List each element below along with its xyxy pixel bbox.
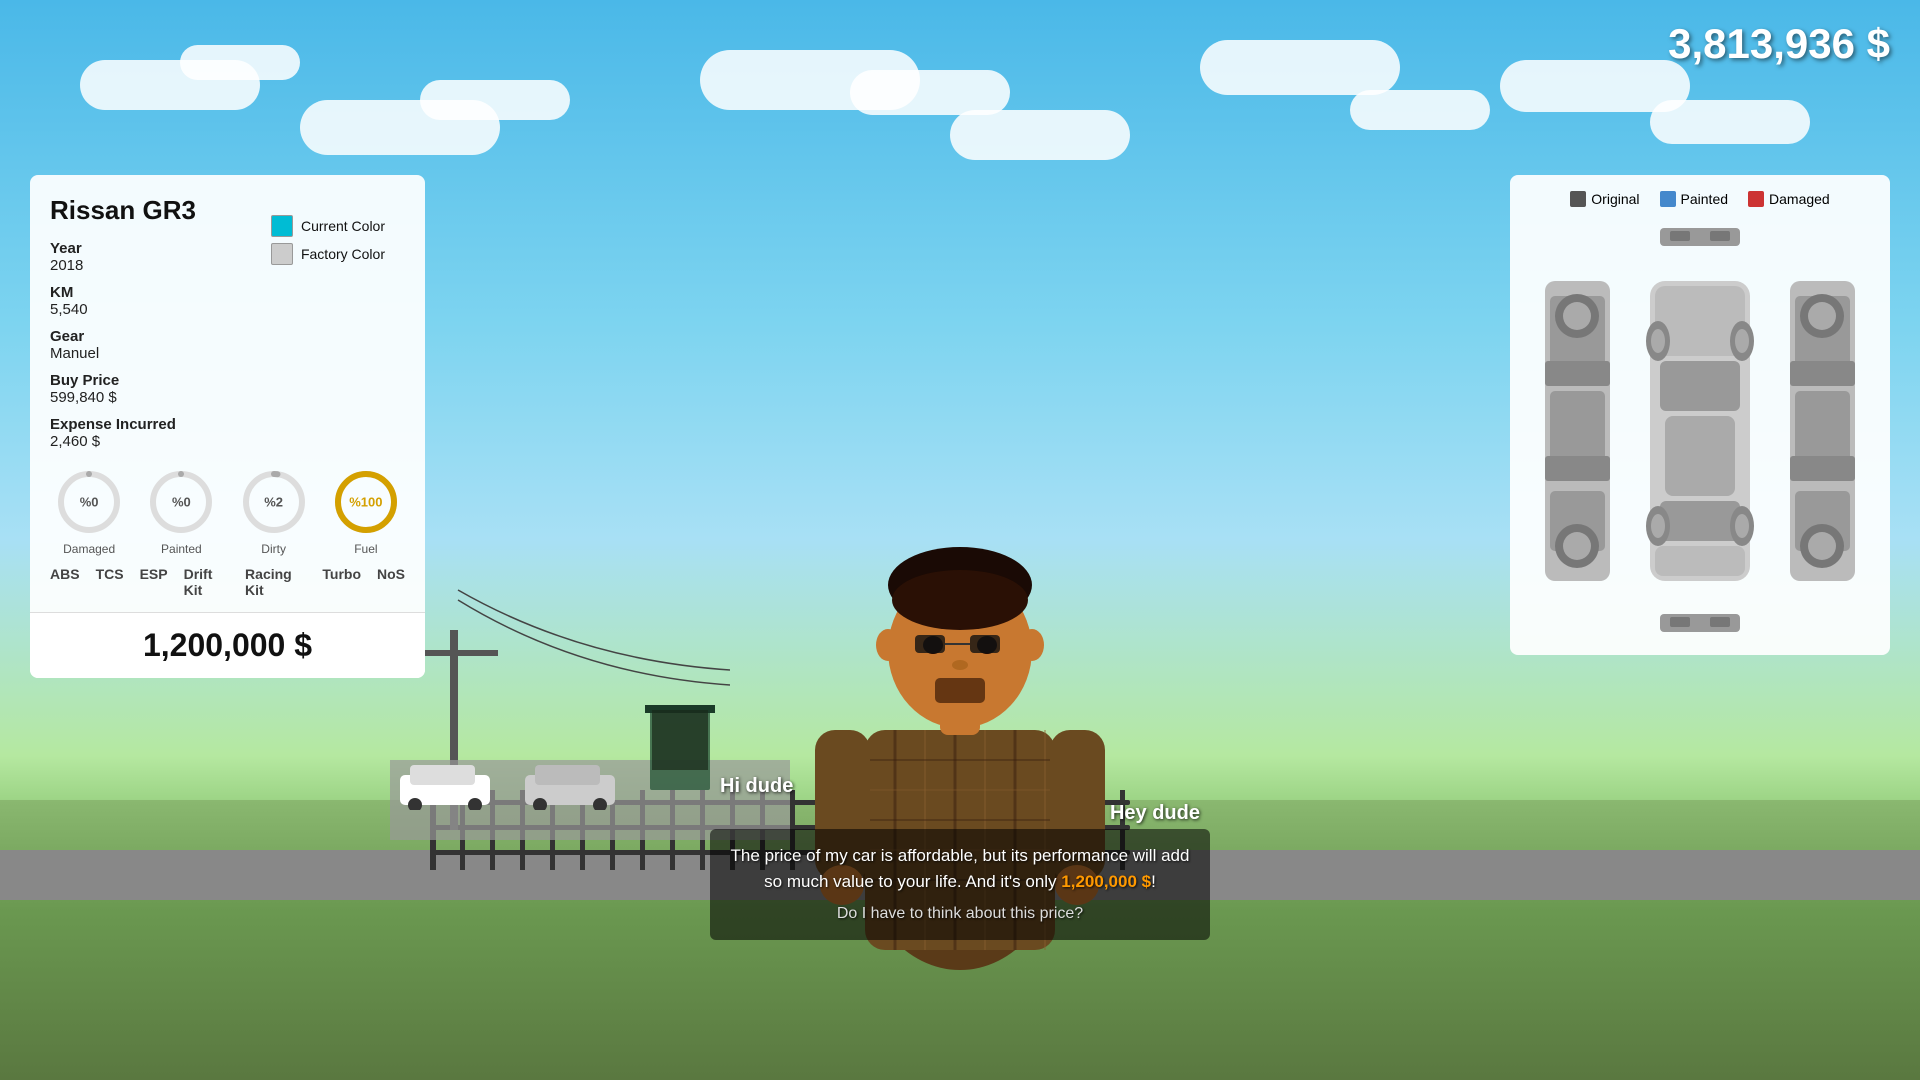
current-color-row: Current Color bbox=[271, 215, 385, 237]
factory-color-row: Factory Color bbox=[271, 243, 385, 265]
cloud-4 bbox=[420, 80, 570, 120]
km-value: 5,540 bbox=[50, 301, 405, 318]
legend-painted-dot bbox=[1660, 191, 1676, 207]
cloud-2 bbox=[180, 45, 300, 80]
expense-label: Expense Incurred bbox=[50, 416, 405, 433]
car-rear-bumper bbox=[1640, 609, 1760, 639]
wires bbox=[430, 580, 730, 700]
expense-row: Expense Incurred 2,460 $ bbox=[50, 416, 405, 450]
legend-original: Original bbox=[1570, 191, 1639, 207]
sale-price-bar[interactable]: 1,200,000 $ bbox=[30, 612, 425, 678]
buy-price-label: Buy Price bbox=[50, 372, 405, 389]
diagram-legend: Original Painted Damaged bbox=[1526, 191, 1874, 207]
gauge-damaged-label: Damaged bbox=[63, 542, 115, 556]
car-info-panel: Rissan GR3 Current Color Factory Color Y… bbox=[30, 175, 425, 678]
car-right-view bbox=[1775, 261, 1870, 601]
legend-painted: Painted bbox=[1660, 191, 1728, 207]
gauge-fuel-value: %100 bbox=[349, 495, 382, 510]
upgrade-turbo: Turbo bbox=[322, 566, 361, 598]
cloud-6 bbox=[850, 70, 1010, 115]
buy-price-value: 599,840 $ bbox=[50, 389, 405, 406]
cloud-9 bbox=[1350, 90, 1490, 130]
factory-color-label: Factory Color bbox=[301, 246, 385, 262]
legend-original-label: Original bbox=[1591, 191, 1639, 207]
dialogue-box: Hi dude Hey dude The price of my car is … bbox=[710, 775, 1210, 940]
gear-label: Gear bbox=[50, 328, 405, 345]
gauge-fuel: %100 Fuel bbox=[330, 466, 402, 556]
upgrades-row: ABS TCS ESP Drift Kit Racing Kit Turbo N… bbox=[50, 566, 405, 598]
gear-row: Gear Manuel bbox=[50, 328, 405, 362]
upgrade-nos: NoS bbox=[377, 566, 405, 598]
legend-damaged-dot bbox=[1748, 191, 1764, 207]
bg-car-1 bbox=[395, 760, 495, 810]
car-diagram-panel: Original Painted Damaged bbox=[1510, 175, 1890, 655]
current-color-label: Current Color bbox=[301, 218, 385, 234]
car-top-views bbox=[1530, 261, 1870, 601]
gauge-painted-value: %0 bbox=[172, 495, 191, 510]
dialogue-speaker-left: Hi dude bbox=[720, 775, 1210, 798]
cloud-7 bbox=[950, 110, 1130, 160]
current-color-swatch bbox=[271, 215, 293, 237]
factory-color-swatch bbox=[271, 243, 293, 265]
upgrade-drift-kit: Drift Kit bbox=[184, 566, 229, 598]
gauge-damaged-value: %0 bbox=[80, 495, 99, 510]
upgrade-tcs: TCS bbox=[96, 566, 124, 598]
upgrade-racing-kit: Racing Kit bbox=[245, 566, 306, 598]
dialogue-speaker-right: Hey dude bbox=[710, 802, 1200, 825]
cloud-11 bbox=[1650, 100, 1810, 144]
dialogue-question: Do I have to think about this price? bbox=[730, 902, 1190, 926]
dialogue-price-highlight: 1,200,000 $ bbox=[1061, 872, 1151, 891]
car-views bbox=[1526, 223, 1874, 639]
bg-car-2 bbox=[520, 760, 620, 810]
color-indicators: Current Color Factory Color bbox=[271, 215, 385, 265]
gauge-dirty-label: Dirty bbox=[261, 542, 286, 556]
km-row: KM 5,540 bbox=[50, 284, 405, 318]
expense-value: 2,460 $ bbox=[50, 433, 405, 450]
dialogue-message: The price of my car is affordable, but i… bbox=[731, 846, 1190, 891]
gauge-fuel-label: Fuel bbox=[354, 542, 377, 556]
bus-shelter bbox=[640, 690, 720, 810]
car-top-view-center bbox=[1640, 261, 1760, 601]
gauge-dirty-value: %2 bbox=[264, 495, 283, 510]
money-display: 3,813,936 $ bbox=[1668, 20, 1890, 68]
car-front-bumper bbox=[1640, 223, 1760, 253]
gauge-damaged: %0 Damaged bbox=[53, 466, 125, 556]
legend-painted-label: Painted bbox=[1681, 191, 1728, 207]
buy-price-row: Buy Price 599,840 $ bbox=[50, 372, 405, 406]
km-label: KM bbox=[50, 284, 405, 301]
gauge-painted: %0 Painted bbox=[145, 466, 217, 556]
legend-damaged: Damaged bbox=[1748, 191, 1830, 207]
gauges-row: %0 Damaged %0 Painted %2 bbox=[50, 466, 405, 556]
gear-value: Manuel bbox=[50, 345, 405, 362]
upgrade-abs: ABS bbox=[50, 566, 80, 598]
legend-original-dot bbox=[1570, 191, 1586, 207]
upgrade-esp: ESP bbox=[140, 566, 168, 598]
gauge-painted-label: Painted bbox=[161, 542, 202, 556]
cloud-8 bbox=[1200, 40, 1400, 95]
gauge-dirty: %2 Dirty bbox=[238, 466, 310, 556]
dialogue-content: The price of my car is affordable, but i… bbox=[710, 829, 1210, 940]
car-left-view bbox=[1530, 261, 1625, 601]
legend-damaged-label: Damaged bbox=[1769, 191, 1830, 207]
